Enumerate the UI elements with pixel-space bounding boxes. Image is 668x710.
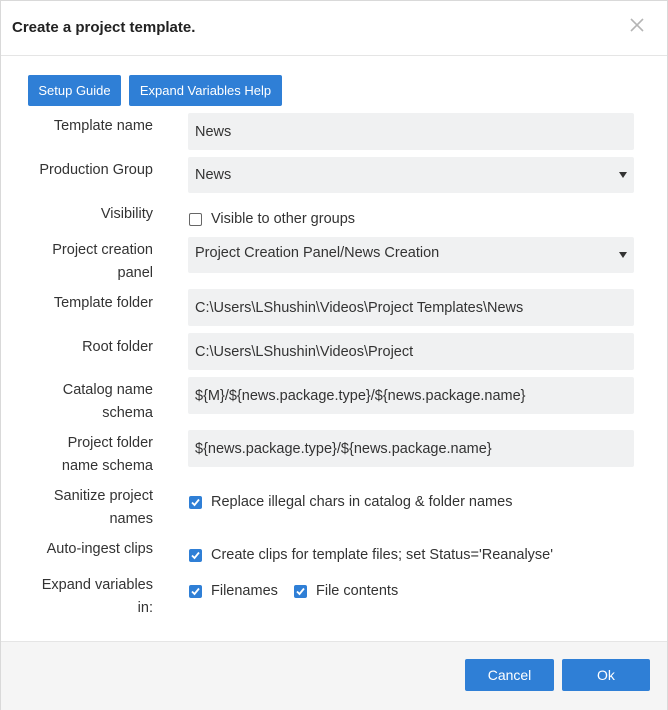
template-folder-label: Template folder: [53, 295, 153, 311]
auto-ingest-checkbox[interactable]: [189, 549, 202, 562]
project-creation-panel-value: Project Creation Panel/News Creation: [195, 244, 440, 261]
dialog-header: Create a project template.: [1, 1, 667, 56]
root-folder-field[interactable]: [188, 333, 634, 370]
visibility-checkbox-label: Visible to other groups: [211, 211, 356, 227]
catalog-name-schema-field[interactable]: [188, 377, 634, 414]
check-icon: [191, 498, 200, 507]
ok-button[interactable]: Ok: [562, 659, 650, 691]
filenames-checkbox[interactable]: [189, 585, 202, 598]
project-folder-schema-input[interactable]: [195, 440, 634, 457]
sanitize-label: Sanitize project names: [53, 488, 153, 527]
project-folder-schema-label: Project folder name schema: [61, 435, 153, 474]
dialog-title: Create a project template.: [12, 19, 196, 36]
auto-ingest-label: Auto-ingest clips: [46, 541, 153, 557]
sanitize-checkbox[interactable]: [189, 496, 202, 509]
template-name-label: Template name: [53, 118, 153, 134]
cancel-button[interactable]: Cancel: [465, 659, 554, 691]
file-contents-checkbox-label: File contents: [316, 583, 399, 599]
template-folder-input[interactable]: [195, 299, 634, 316]
production-group-select[interactable]: News: [188, 157, 634, 193]
chevron-down-icon: [619, 252, 627, 258]
check-icon: [191, 551, 200, 560]
production-group-value: News: [195, 167, 232, 183]
template-name-field[interactable]: [188, 113, 634, 150]
check-icon: [296, 587, 305, 596]
root-folder-label: Root folder: [82, 339, 153, 355]
production-group-label: Production Group: [39, 162, 153, 178]
setup-guide-button[interactable]: Setup Guide: [28, 75, 121, 106]
project-creation-panel-label: Project creation panel: [52, 242, 153, 281]
catalog-name-schema-input[interactable]: [195, 387, 634, 404]
sanitize-checkbox-label: Replace illegal chars in catalog & folde…: [211, 494, 513, 510]
expand-variables-label: Expand variables in:: [41, 577, 153, 616]
visibility-checkbox[interactable]: [189, 213, 202, 226]
root-folder-input[interactable]: [195, 343, 634, 360]
expand-variables-help-button[interactable]: Expand Variables Help: [129, 75, 282, 106]
catalog-name-schema-label: Catalog name schema: [62, 382, 153, 421]
visibility-label: Visibility: [100, 206, 153, 222]
template-name-input[interactable]: [195, 123, 634, 140]
template-folder-field[interactable]: [188, 289, 634, 326]
file-contents-checkbox[interactable]: [294, 585, 307, 598]
project-creation-panel-select[interactable]: Project Creation Panel/News Creation: [188, 237, 634, 273]
project-folder-schema-field[interactable]: [188, 430, 634, 467]
create-template-dialog: Create a project template. Setup Guide E…: [0, 0, 668, 710]
close-icon[interactable]: [627, 15, 647, 35]
check-icon: [191, 587, 200, 596]
auto-ingest-checkbox-label: Create clips for template files; set Sta…: [211, 547, 554, 563]
chevron-down-icon: [619, 172, 627, 178]
filenames-checkbox-label: Filenames: [211, 583, 278, 599]
